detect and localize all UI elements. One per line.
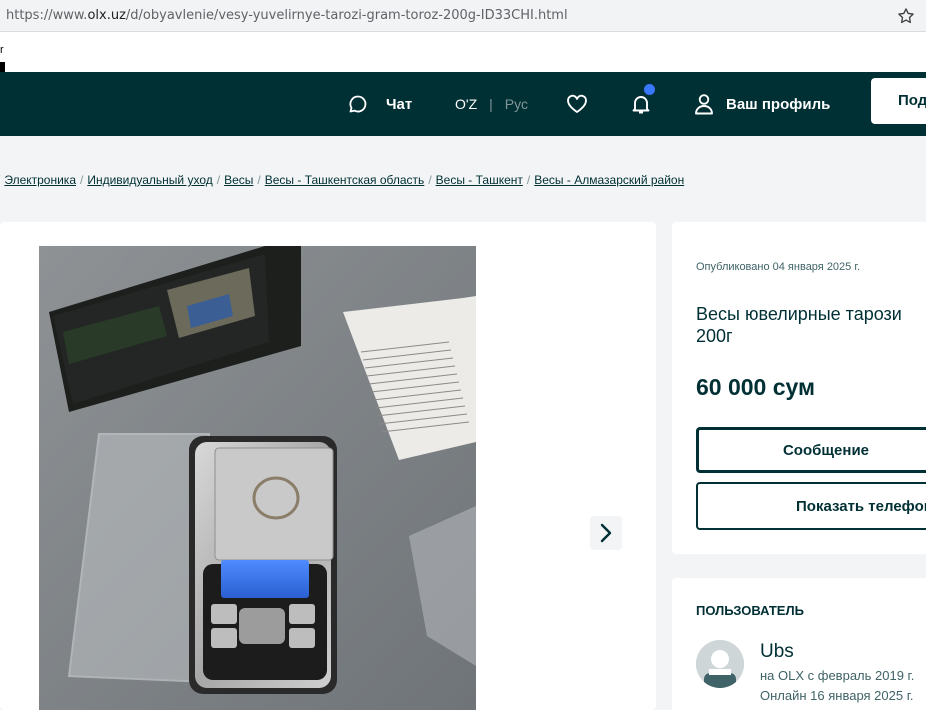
breadcrumb-separator: / <box>257 173 261 187</box>
seller-online: Онлайн 16 января 2025 г. <box>760 688 914 703</box>
published-date: Опубликовано 04 января 2025 г. <box>696 261 861 273</box>
notification-badge <box>644 84 655 95</box>
chat-bubble-icon <box>349 95 367 113</box>
chat-link[interactable]: Чат <box>348 72 412 136</box>
star-outline-icon[interactable] <box>896 6 916 26</box>
seller-heading: ПОЛЬЗОВАТЕЛЬ <box>696 603 804 618</box>
avatar[interactable] <box>696 640 744 688</box>
cut-text-fragment: r <box>0 44 4 56</box>
lang-uz[interactable]: O'Z <box>455 96 477 112</box>
show-phone-button[interactable]: Показать телефон <box>696 482 926 530</box>
notifications-button[interactable] <box>630 72 655 136</box>
chat-label: Чат <box>386 95 413 113</box>
bell-icon <box>632 96 650 114</box>
browser-address-bar[interactable]: https://www.olx.uz/d/obyavlenie/vesy-yuv… <box>0 0 926 32</box>
photo-gallery <box>0 222 656 710</box>
site-header: Чат O'Z | Рус Ваш профиль Под <box>0 72 926 136</box>
page-top-strip: r <box>0 32 926 72</box>
breadcrumb-item[interactable]: Весы <box>224 173 253 187</box>
seller-panel: ПОЛЬЗОВАТЕЛЬ Ubs на OLX с февраль 2019 г… <box>672 578 926 710</box>
breadcrumb-item[interactable]: Весы - Ташкент <box>436 173 523 187</box>
lang-separator: | <box>489 96 493 112</box>
chevron-right-icon <box>600 523 612 543</box>
seller-since: на OLX с февраль 2019 г. <box>760 668 915 683</box>
breadcrumb-item[interactable]: Индивидуальный уход <box>87 173 212 187</box>
cut-marker <box>0 62 5 72</box>
user-icon <box>695 94 713 115</box>
url-path: /d/obyavlenie/vesy-yuvelirnye-tarozi-gra… <box>125 8 568 23</box>
breadcrumb: /Электроника/Индивидуальный уход/Весы/Ве… <box>0 173 684 187</box>
url-domain: olx.uz <box>87 8 126 23</box>
message-button[interactable]: Сообщение <box>696 427 926 473</box>
breadcrumb-item[interactable]: Весы - Алмазарский район <box>534 173 684 187</box>
ad-title: Весы ювелирные тарози 200г <box>696 304 902 346</box>
ad-price: 60 000 сум <box>696 374 816 400</box>
profile-link[interactable]: Ваш профиль <box>694 72 830 136</box>
profile-label: Ваш профиль <box>726 95 831 113</box>
seller-name[interactable]: Ubs <box>760 641 794 663</box>
breadcrumb-separator: / <box>428 173 432 187</box>
ad-info-panel: Опубликовано 04 января 2025 г. Весы ювел… <box>672 222 926 554</box>
next-photo-button[interactable] <box>590 516 622 550</box>
product-photo[interactable] <box>39 246 476 710</box>
post-ad-button[interactable]: Под <box>871 78 926 124</box>
breadcrumb-separator: / <box>80 173 84 187</box>
user-avatar-icon <box>696 640 744 688</box>
lang-ru[interactable]: Рус <box>505 96 528 112</box>
breadcrumb-separator: / <box>216 173 221 187</box>
url-prefix: https://www. <box>6 8 88 23</box>
favorites-button[interactable] <box>566 72 588 136</box>
heart-icon <box>567 94 587 113</box>
language-switcher: O'Z | Рус <box>455 72 528 136</box>
breadcrumb-item[interactable]: Весы - Ташкентская область <box>265 173 425 187</box>
breadcrumb-separator: / <box>526 173 531 187</box>
breadcrumb-item[interactable]: Электроника <box>4 173 76 187</box>
scale-photo-illustration <box>39 246 476 710</box>
url-text[interactable]: https://www.olx.uz/d/obyavlenie/vesy-yuv… <box>6 8 568 23</box>
